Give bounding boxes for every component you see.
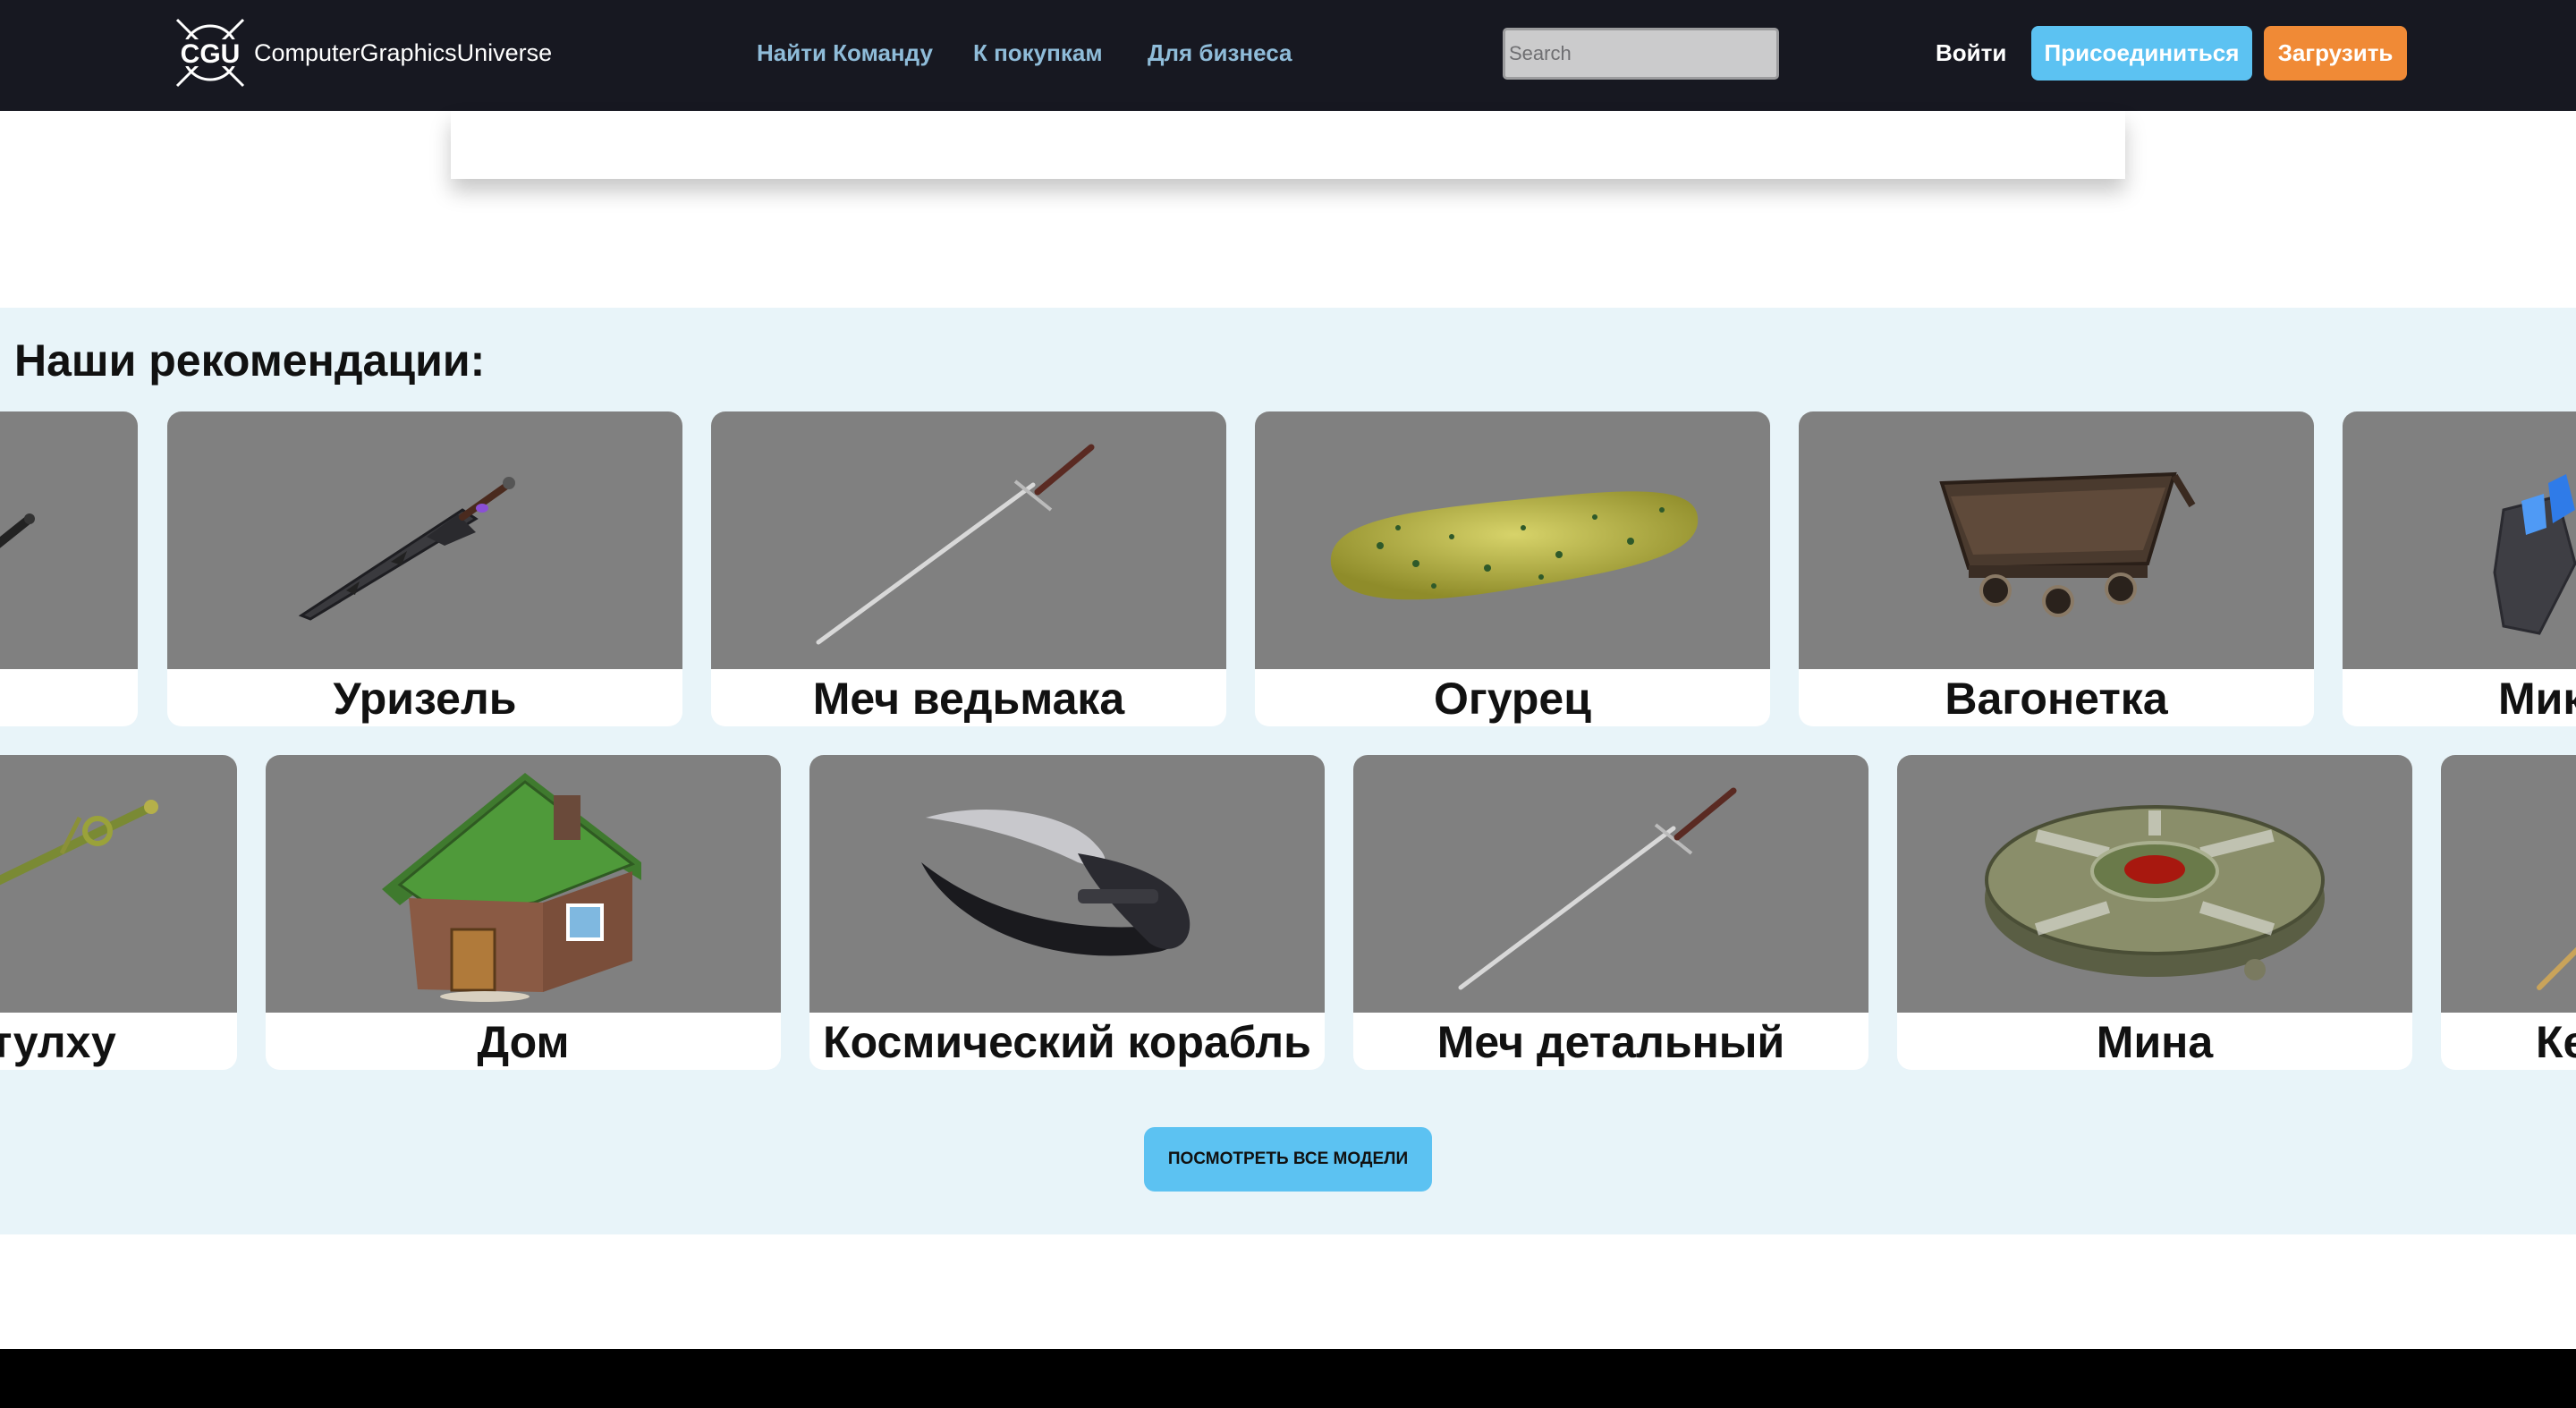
footer xyxy=(0,1349,2576,1408)
cgu-logo-icon: CGU xyxy=(175,18,245,88)
brand-name[interactable]: ComputerGraphicsUniverse xyxy=(254,39,552,67)
model-label: Уризель xyxy=(333,674,517,724)
model-card[interactable]: Вагонетка xyxy=(1799,411,2314,726)
model-label: тулху xyxy=(0,1017,116,1067)
model-card[interactable]: Ке xyxy=(2441,755,2576,1070)
cgu-logo[interactable]: CGU xyxy=(170,13,250,93)
model-label: Дом xyxy=(477,1017,570,1067)
model-card[interactable]: Мик xyxy=(2343,411,2576,726)
nav-find-team[interactable]: Найти Команду xyxy=(757,39,933,67)
crystal-rock-icon xyxy=(2343,411,2576,669)
model-card[interactable]: Уризель xyxy=(167,411,682,726)
cucumber-icon xyxy=(1255,411,1770,669)
join-button[interactable]: Присоединиться xyxy=(2031,26,2252,81)
model-label: Вагонетка xyxy=(1945,674,2168,724)
model-card[interactable]: Космический корабль xyxy=(809,755,1325,1070)
model-card[interactable]: Мина xyxy=(1897,755,2412,1070)
house-icon xyxy=(266,755,781,1013)
staff-icon xyxy=(2441,755,2576,1013)
dark-sword-icon xyxy=(167,411,682,669)
model-label: Космический корабль xyxy=(823,1017,1311,1067)
recommendations-section: Наши рекомендации: о xyxy=(0,308,2576,1234)
nav-shop[interactable]: К покупкам xyxy=(973,39,1103,67)
page: CGU ComputerGraphicsUniverse Найти Коман… xyxy=(0,0,2576,1408)
model-label: Меч ведьмака xyxy=(812,674,1125,724)
model-label: Огурец xyxy=(1434,674,1591,724)
spaceship-icon xyxy=(809,755,1325,1013)
landmine-icon xyxy=(1897,755,2412,1013)
model-label: Мик xyxy=(2498,674,2576,724)
mine-cart-icon xyxy=(1799,411,2314,669)
model-card[interactable]: Дом xyxy=(266,755,781,1070)
model-card[interactable]: о xyxy=(0,411,138,726)
nav-business[interactable]: Для бизнеса xyxy=(1148,39,1292,67)
view-all-models-button[interactable]: ПОСМОТРЕТЬ ВСЕ МОДЕЛИ xyxy=(1144,1127,1432,1192)
svg-text:CGU: CGU xyxy=(181,39,241,69)
model-card[interactable]: Меч ведьмака xyxy=(711,411,1226,726)
model-card[interactable]: Огурец xyxy=(1255,411,1770,726)
model-label: Мина xyxy=(2096,1017,2214,1067)
login-link[interactable]: Войти xyxy=(1936,39,2006,67)
model-card[interactable]: Меч детальный xyxy=(1353,755,1868,1070)
upload-button[interactable]: Загрузить xyxy=(2264,26,2407,81)
long-sword-icon xyxy=(1353,755,1868,1013)
ornate-sword-icon xyxy=(0,755,237,1013)
recommendations-title: Наши рекомендации: xyxy=(14,335,486,386)
search-input[interactable] xyxy=(1503,28,1779,80)
top-nav-bar: CGU ComputerGraphicsUniverse Найти Коман… xyxy=(0,0,2576,111)
upper-content-card xyxy=(451,111,2125,179)
model-label: Меч детальный xyxy=(1436,1017,1785,1067)
model-label: Ке xyxy=(2536,1017,2576,1067)
model-label: о xyxy=(0,669,138,726)
long-sword-icon xyxy=(711,411,1226,669)
dagger-icon xyxy=(0,411,138,669)
model-card[interactable]: тулху xyxy=(0,755,237,1070)
